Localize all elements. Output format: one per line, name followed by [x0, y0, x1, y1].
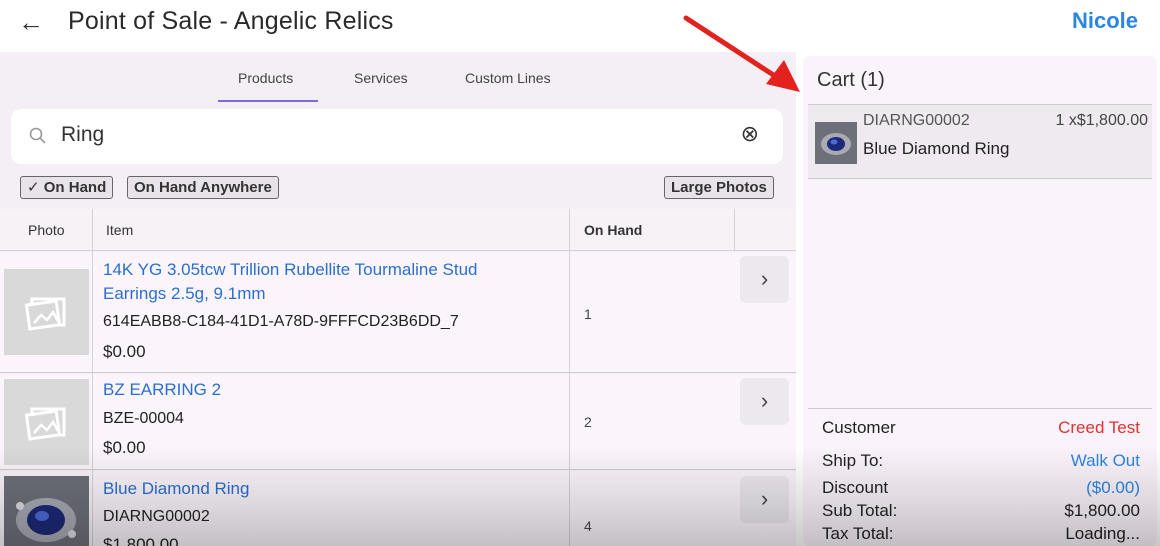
products-panel: Products Services Custom Lines Ring ⊗ ✓ … — [0, 52, 796, 546]
table-row[interactable]: BZ EARRING 2 BZE-00004 $0.00 2 › — [0, 374, 796, 470]
ring-photo — [4, 476, 89, 546]
item-on-hand: 1 — [584, 306, 592, 322]
search-input[interactable]: Ring — [61, 123, 104, 147]
cart-title: Cart (1) — [817, 69, 885, 91]
cart-item-code: DIARNG00002 — [863, 112, 970, 129]
column-divider — [92, 209, 93, 546]
item-name-link[interactable]: BZ EARRING 2 — [103, 378, 523, 402]
item-price: $0.00 — [103, 438, 146, 457]
products-table: Photo Item On Hand 14K YG 3.05tcw Trilli… — [0, 209, 796, 546]
discount-link[interactable]: ($0.00) — [1086, 478, 1140, 498]
item-sku: DIARNG00002 — [103, 508, 210, 525]
filter-on-hand-label: On Hand — [43, 179, 107, 196]
clear-search-icon[interactable]: ⊗ — [741, 121, 759, 147]
active-tab-indicator — [218, 100, 318, 102]
subtotal-label: Sub Total: — [822, 501, 898, 520]
row-open-button[interactable]: › — [740, 378, 789, 425]
tab-products[interactable]: Products — [238, 70, 293, 86]
item-sku: BZE-00004 — [103, 410, 184, 427]
cart-item-name: Blue Diamond Ring — [863, 139, 1010, 158]
page-title: Point of Sale - Angelic Relics — [68, 7, 394, 35]
back-arrow-icon[interactable]: ← — [18, 8, 44, 36]
tax-value: Loading... — [1065, 524, 1140, 543]
search-icon — [29, 127, 46, 144]
row-open-button[interactable]: › — [740, 476, 789, 523]
cart-summary: Customer Creed Test Ship To: Walk Out Di… — [808, 408, 1152, 546]
filter-on-hand[interactable]: ✓ On Hand — [20, 176, 114, 199]
placeholder-image-icon — [4, 379, 89, 465]
large-photos-toggle[interactable]: Large Photos — [664, 176, 774, 199]
item-price: $0.00 — [103, 342, 146, 361]
subtotal-value: $1,800.00 — [1064, 501, 1140, 520]
table-row[interactable]: Blue Diamond Ring DIARNG00002 $1,800.00 … — [0, 471, 796, 546]
item-on-hand: 4 — [584, 518, 592, 534]
customer-label: Customer — [822, 418, 896, 437]
column-divider — [569, 209, 570, 546]
user-name-link[interactable]: Nicole — [1072, 8, 1138, 34]
table-row[interactable]: 14K YG 3.05tcw Trillion Rubellite Tourma… — [0, 252, 796, 373]
filter-on-hand-anywhere[interactable]: On Hand Anywhere — [127, 176, 279, 199]
ring-thumbnail — [815, 122, 857, 164]
check-icon: ✓ — [27, 179, 44, 196]
search-box[interactable]: Ring ⊗ — [11, 109, 783, 164]
col-photo: Photo — [28, 222, 65, 238]
placeholder-image-icon — [4, 269, 89, 355]
col-item: Item — [106, 222, 134, 238]
tab-services[interactable]: Services — [354, 70, 408, 86]
column-divider — [734, 209, 735, 251]
item-price: $1,800.00 — [103, 535, 179, 546]
cart-panel: Cart (1) DIARNG00002 1 x$1,800.00 Blue D… — [803, 56, 1157, 546]
col-on-hand[interactable]: On Hand — [584, 222, 642, 238]
discount-label: Discount — [822, 478, 889, 497]
row-open-button[interactable]: › — [740, 256, 789, 303]
customer-link[interactable]: Creed Test — [1058, 418, 1140, 438]
ship-to-label: Ship To: — [822, 451, 884, 470]
cart-line-item[interactable]: DIARNG00002 1 x$1,800.00 Blue Diamond Ri… — [808, 104, 1152, 179]
cart-item-qty-price: 1 x$1,800.00 — [1055, 112, 1148, 129]
item-on-hand: 2 — [584, 414, 592, 430]
tax-label: Tax Total: — [822, 524, 894, 543]
header-bar: ← Point of Sale - Angelic Relics Nicole — [0, 0, 1160, 52]
item-name-link[interactable]: 14K YG 3.05tcw Trillion Rubellite Tourma… — [103, 258, 523, 306]
item-name-link[interactable]: Blue Diamond Ring — [103, 477, 523, 501]
ship-to-link[interactable]: Walk Out — [1071, 451, 1140, 471]
item-sku: 614EABB8-C184-41D1-A78D-9FFFCD23B6DD_7 — [103, 313, 459, 330]
table-header: Photo Item On Hand — [0, 209, 796, 251]
tab-bar: Products Services Custom Lines — [0, 52, 796, 104]
tab-custom-lines[interactable]: Custom Lines — [465, 70, 551, 86]
